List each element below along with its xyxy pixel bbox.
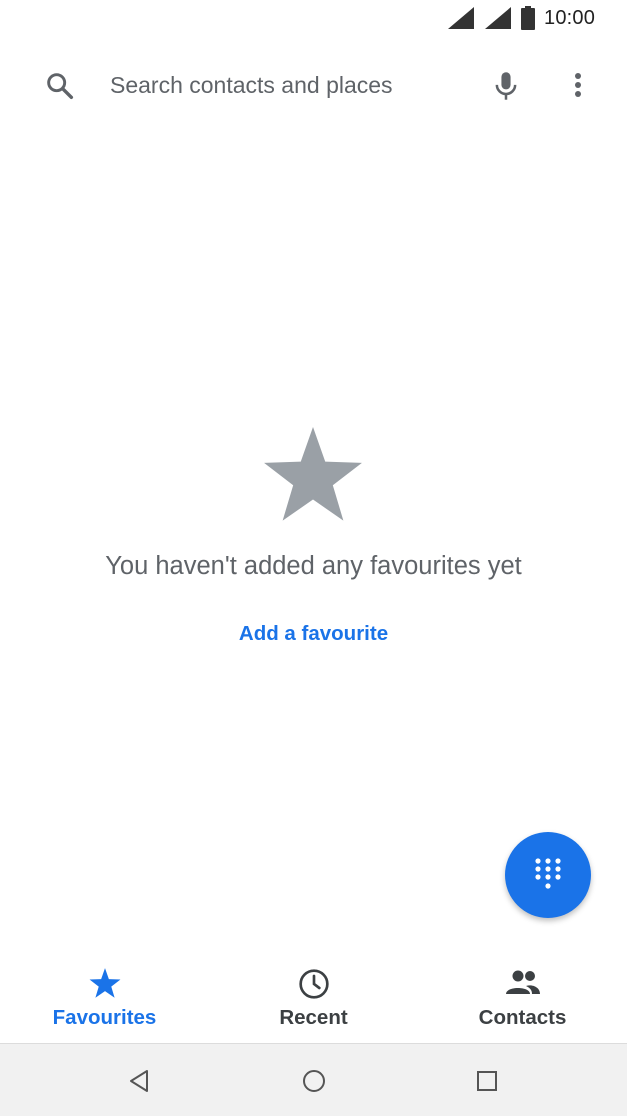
people-icon: [505, 968, 541, 1003]
empty-state-message: You haven't added any favourites yet: [105, 552, 522, 580]
tab-favourites[interactable]: Favourites: [0, 956, 209, 1042]
battery-icon: [521, 6, 535, 35]
bottom-navigation: Favourites Recent Contacts: [0, 956, 627, 1042]
star-icon: [89, 968, 121, 1004]
tab-label: Favourites: [52, 1006, 157, 1029]
more-vert-icon[interactable]: [566, 70, 590, 107]
mic-icon[interactable]: [492, 70, 520, 107]
dialpad-icon: [535, 858, 561, 889]
search-input[interactable]: [110, 70, 470, 100]
add-favourite-link[interactable]: Add a favourite: [0, 622, 627, 646]
dialpad-button[interactable]: [505, 832, 591, 918]
status-clock: 10:00: [544, 7, 596, 29]
status-bar: 10:00: [0, 0, 627, 38]
system-navigation-bar: [0, 1043, 627, 1116]
clock-icon: [298, 968, 330, 1005]
star-icon: [262, 427, 364, 529]
home-icon[interactable]: [301, 1068, 327, 1099]
back-icon[interactable]: [127, 1068, 151, 1099]
search-icon[interactable]: [44, 70, 76, 107]
tab-label: Recent: [279, 1006, 348, 1029]
search-bar[interactable]: [0, 58, 627, 114]
tab-recent[interactable]: Recent: [209, 956, 418, 1042]
tab-label: Contacts: [478, 1006, 567, 1029]
recents-icon[interactable]: [475, 1068, 499, 1099]
cell-signal-icon: [448, 7, 474, 34]
tab-contacts[interactable]: Contacts: [418, 956, 627, 1042]
wifi-signal-icon: [485, 7, 511, 34]
